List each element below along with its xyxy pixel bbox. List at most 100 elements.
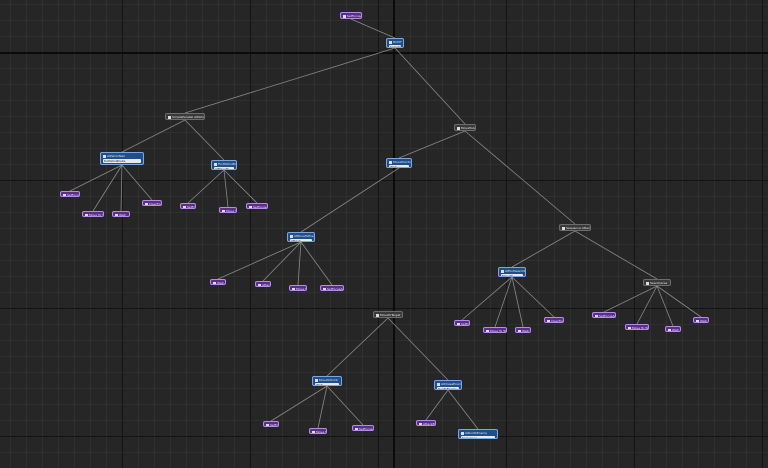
node-l14[interactable]: Wait <box>515 327 531 333</box>
node-label: Wait <box>522 329 529 333</box>
leaf-icon <box>628 326 631 329</box>
node-patrol_task[interactable]: AIPatrolTask DoPatrolRoute <box>100 152 144 165</box>
node-sublabel: AIMoveTo <box>214 167 234 169</box>
task-icon <box>461 431 464 435</box>
node-move_task[interactable]: MoveToActor Wait <box>386 158 412 168</box>
node-enemy_task[interactable]: AIMoveToEnemyAttack <box>287 232 315 242</box>
node-l10[interactable]: Move To <box>289 285 307 291</box>
wire-selector_main-move_task <box>398 130 466 159</box>
node-label: Move To <box>226 209 237 213</box>
node-label: AIChaseEnemy <box>441 382 462 386</box>
leaf-icon <box>266 423 269 426</box>
leaf-icon <box>249 205 252 208</box>
node-label: Wait <box>217 281 224 285</box>
task-icon <box>501 269 504 273</box>
node-l20[interactable]: SetFocus <box>263 421 279 427</box>
node-l2[interactable]: Move To Target <box>82 211 104 217</box>
node-l15[interactable]: ClearFocus <box>544 317 564 323</box>
leaf-icon <box>355 427 358 430</box>
node-chase_task[interactable]: AIChaseEnemy RunToEnemy <box>434 380 462 390</box>
node-l1[interactable]: SetFocus <box>60 191 80 197</box>
task-icon <box>315 378 318 382</box>
wire-find_point-l6 <box>223 169 229 208</box>
node-label: MoveToPoint <box>319 378 338 382</box>
node-label: Wait <box>672 328 679 332</box>
node-l9[interactable]: Attack <box>255 281 271 287</box>
node-l5[interactable]: SetFocus <box>180 203 196 209</box>
node-sequence_search[interactable]: SearchArea <box>643 279 671 286</box>
node-chase_sub[interactable]: AIRunToEnemy Sequence <box>458 429 498 439</box>
node-label: Move To Target <box>490 329 507 333</box>
task-icon <box>389 160 392 164</box>
node-l18[interactable]: Wait <box>665 326 681 332</box>
node-simple_parallel[interactable]: SimpleParallel AIPatrolTask <box>165 113 205 120</box>
node-label: SetFocusActor <box>327 287 343 291</box>
leaf-icon <box>63 193 66 196</box>
leaf-icon <box>145 202 148 205</box>
behavior-tree-canvas[interactable]: SetFocusActor ROOTSelector SimpleParallel … <box>0 0 768 468</box>
node-l19[interactable]: Wait <box>693 317 709 323</box>
node-label: MoveToTarget <box>380 313 401 317</box>
wire-simple_parallel-patrol_task <box>121 119 186 153</box>
node-l11[interactable]: SetFocusActor <box>320 285 344 291</box>
composite-icon <box>168 115 171 119</box>
leaf-icon <box>222 209 225 212</box>
leaf-icon <box>312 430 315 433</box>
node-label: AttackEnemy <box>423 422 436 426</box>
node-label: SetFocus <box>187 205 196 209</box>
node-selector_main[interactable]: MoveToActor <box>454 124 476 131</box>
node-entry[interactable]: ROOT Selector <box>386 38 404 48</box>
node-l4[interactable]: ClearFocus <box>142 200 162 206</box>
composite-icon <box>457 126 460 130</box>
node-l3[interactable]: Wait <box>112 211 130 217</box>
wire-entry-simple_parallel <box>184 47 396 114</box>
leaf-icon <box>85 213 88 216</box>
wire-find_point-l5 <box>187 169 225 204</box>
leaf-icon <box>457 322 460 325</box>
node-label: FindPatrolPoint <box>218 162 237 166</box>
node-sublabel: Attack <box>290 239 312 241</box>
node-find_point[interactable]: FindPatrolPointAIMoveTo <box>211 160 237 170</box>
node-move_composite[interactable]: MoveToTarget <box>373 311 403 318</box>
node-label: Move To Target <box>89 213 103 217</box>
leaf-icon <box>115 213 118 216</box>
node-label: ClearFocus <box>551 319 563 323</box>
wire-sequence_attack-sequence_search <box>574 230 658 280</box>
node-l17[interactable]: Move To Target <box>625 324 649 330</box>
task-icon <box>103 154 106 158</box>
wire-simple_parallel-find_point <box>184 119 225 161</box>
node-l6[interactable]: Move To <box>219 207 237 213</box>
node-l8[interactable]: Wait <box>210 279 226 285</box>
node-label: SetFocusActor <box>253 205 268 209</box>
node-label: SetFocusActor <box>599 314 615 318</box>
leaf-icon <box>323 287 326 290</box>
wire-enemy_task-l11 <box>300 241 333 286</box>
node-root[interactable]: SetFocusActor <box>340 12 362 19</box>
wire-enemy_task-l8 <box>217 241 302 280</box>
node-label: ROOT <box>393 40 402 44</box>
node-l16[interactable]: SetFocusActor <box>592 312 616 318</box>
node-l23[interactable]: AttackEnemy <box>416 420 436 426</box>
node-l22[interactable]: SetFocusActor <box>352 425 374 431</box>
node-label: SearchArea <box>650 281 668 285</box>
node-label: SetFocus <box>270 423 279 427</box>
node-l12[interactable]: SetFocus <box>454 320 470 326</box>
node-label: Move To <box>316 430 327 434</box>
wire-chase_task-chase_sub <box>447 389 479 430</box>
node-label: AIFindSearchPoint <box>505 269 525 273</box>
node-label: SimpleParallel AIPatrolTask <box>172 115 205 119</box>
node-l13[interactable]: Move To Target <box>483 327 507 333</box>
wire-patrol_task-l3 <box>120 164 123 212</box>
wire-move_sub-l21 <box>317 385 328 429</box>
wire-move_sub-l22 <box>326 385 364 426</box>
node-move_sub[interactable]: MoveToPoint Wait <box>312 376 342 386</box>
node-l7[interactable]: SetFocusActor <box>246 203 268 209</box>
wire-move_sub-l20 <box>270 385 328 422</box>
node-search_task[interactable]: AIFindSearchPointMoveTo <box>498 267 526 277</box>
leaf-icon <box>595 314 598 317</box>
wire-root-entry <box>350 18 396 39</box>
node-l21[interactable]: Move To <box>309 428 327 434</box>
node-label: AIMoveToEnemy <box>294 234 314 238</box>
leaf-icon <box>518 329 521 332</box>
node-sequence_attack[interactable]: Sequence Attack <box>559 224 591 231</box>
